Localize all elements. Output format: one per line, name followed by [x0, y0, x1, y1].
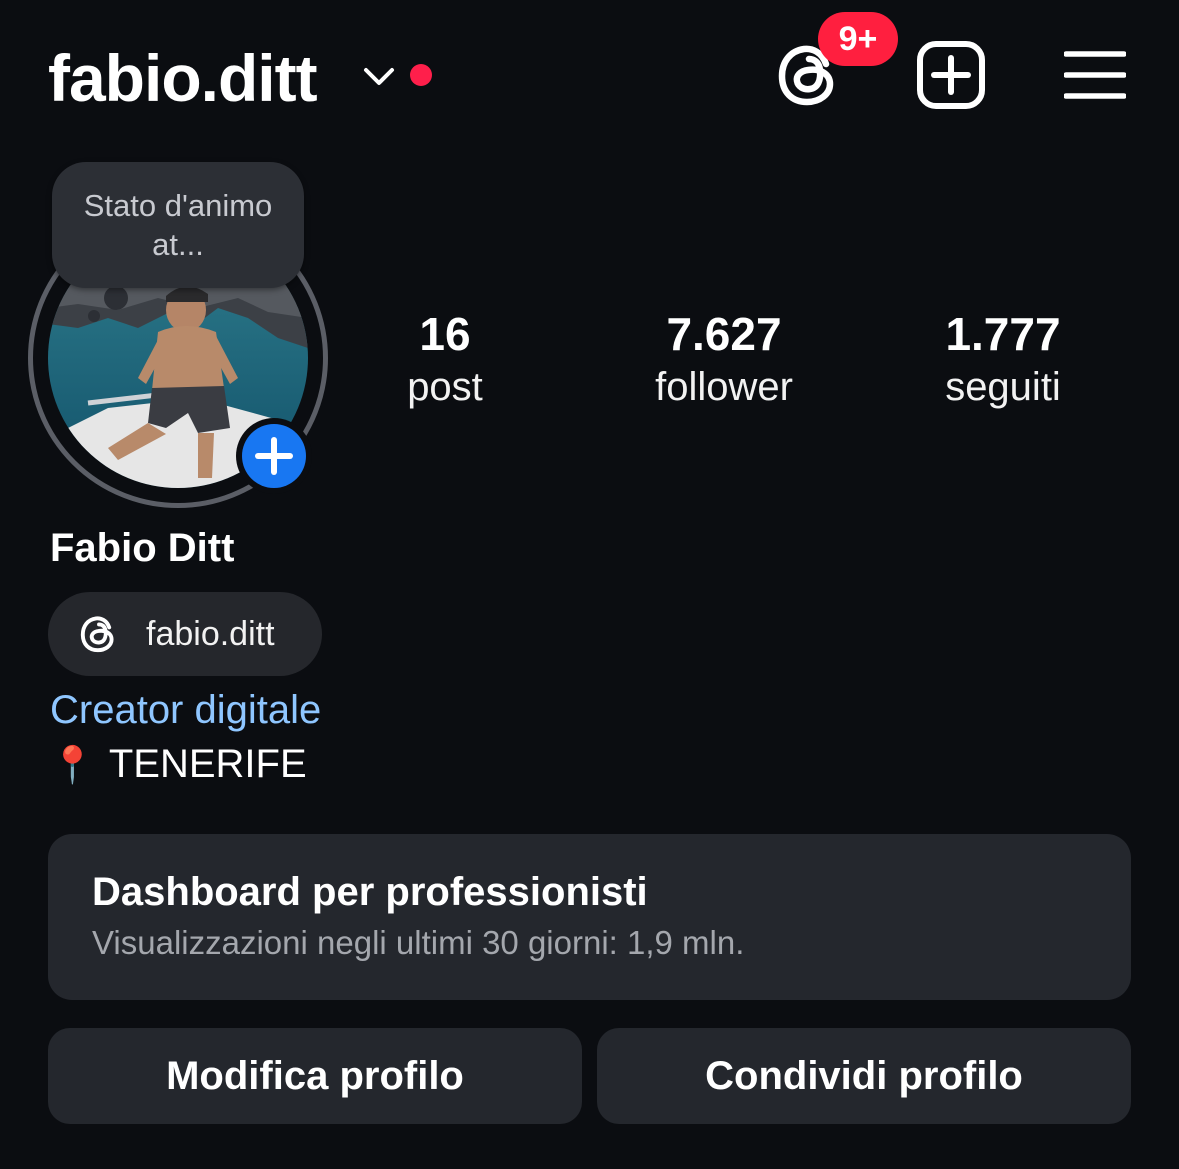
stat-posts-value: 16: [419, 308, 471, 360]
create-post-icon[interactable]: [916, 40, 986, 110]
add-story-button[interactable]: [242, 424, 306, 488]
threads-icon: [80, 616, 114, 653]
profile-full-name: Fabio Ditt: [50, 526, 235, 570]
stat-following-label: seguiti: [945, 365, 1061, 409]
stat-followers[interactable]: 7.627 follower: [614, 306, 834, 412]
add-story-plus-icon: [255, 437, 293, 475]
profile-username[interactable]: fabio.ditt: [48, 38, 318, 118]
profile-location: 📍 TENERIFE: [50, 742, 307, 787]
note-bubble-tail: [104, 286, 128, 310]
threads-profile-link[interactable]: fabio.ditt: [48, 592, 322, 676]
notification-badge[interactable]: 9+: [818, 12, 898, 66]
professional-dashboard-card[interactable]: [48, 834, 1131, 1000]
stat-followers-value: 7.627: [666, 308, 782, 360]
dashboard-title: Dashboard per professionisti: [92, 870, 648, 914]
hamburger-menu-icon[interactable]: [1064, 50, 1126, 100]
note-bubble-tail-small: [88, 310, 100, 322]
stat-following-value: 1.777: [945, 308, 1061, 360]
threads-handle: fabio.ditt: [146, 614, 275, 653]
status-note-bubble[interactable]: Stato d'animo at...: [52, 162, 304, 288]
stat-posts[interactable]: 16 post: [335, 306, 555, 412]
edit-profile-button[interactable]: Modifica profilo: [48, 1028, 582, 1124]
profile-location-text: TENERIFE: [108, 742, 307, 786]
dashboard-subtitle: Visualizzazioni negli ultimi 30 giorni: …: [92, 924, 745, 961]
status-note-text: Stato d'animo at...: [83, 188, 273, 262]
pin-icon: 📍: [50, 743, 95, 785]
share-profile-button[interactable]: Condividi profilo: [597, 1028, 1131, 1124]
unread-indicator-dot: [410, 64, 432, 86]
chevron-down-icon[interactable]: [362, 62, 396, 90]
stat-posts-label: post: [407, 365, 483, 409]
stat-followers-label: follower: [655, 365, 793, 409]
stat-following[interactable]: 1.777 seguiti: [893, 306, 1113, 412]
profile-category[interactable]: Creator digitale: [50, 688, 321, 733]
